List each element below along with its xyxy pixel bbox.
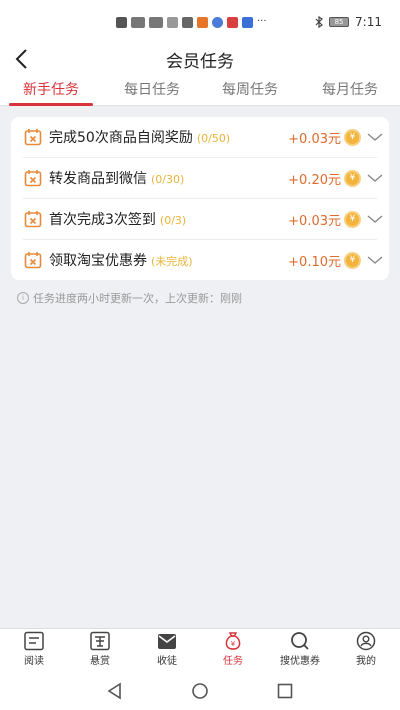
task-calendar-icon <box>24 170 42 187</box>
nav-label: 收徒 <box>157 656 177 667</box>
status-icons: ··· <box>116 16 267 28</box>
hd-icon <box>116 16 127 28</box>
app-notification-icon-3 <box>227 16 238 28</box>
home-circle-icon[interactable] <box>191 682 209 700</box>
task-calendar-icon <box>24 252 42 269</box>
nav-label: 我的 <box>356 656 376 667</box>
coin-icon: ¥ <box>344 211 361 228</box>
task-progress: (0/30) <box>151 173 185 186</box>
task-name: 首次完成3次签到 <box>49 212 156 228</box>
svg-text:¥: ¥ <box>231 640 236 648</box>
info-icon: i <box>17 292 29 304</box>
nav-label: 任务 <box>223 656 243 667</box>
update-note-text: 任务进度两小时更新一次，上次更新：刚刚 <box>33 292 242 305</box>
active-tab-indicator <box>9 103 93 106</box>
nav-bounty[interactable]: 悬赏 <box>75 631 125 667</box>
tab-monthly[interactable]: 每月任务 <box>308 79 392 99</box>
coin-icon: ¥ <box>344 170 361 187</box>
nav-apprentice[interactable]: 收徒 <box>142 631 192 667</box>
update-note: i 任务进度两小时更新一次，上次更新：刚刚 <box>17 290 242 306</box>
back-triangle-icon[interactable] <box>106 682 124 700</box>
task-progress: (0/50) <box>196 132 231 145</box>
task-progress: (0/3) <box>159 214 187 227</box>
nav-search-coupons[interactable]: 搜优惠券 <box>275 631 325 667</box>
nav-tasks[interactable]: ¥ 任务 <box>208 631 258 667</box>
coin-icon: ¥ <box>344 129 361 146</box>
task-row[interactable]: 领取淘宝优惠券 (未完成) +0.10元 ¥ <box>11 240 389 280</box>
signal-icon <box>131 16 145 28</box>
task-name: 领取淘宝优惠券 <box>49 253 147 269</box>
task-reward: +0.03元 <box>288 132 341 147</box>
task-reward: +0.20元 <box>288 173 341 188</box>
app-notification-icon-2 <box>212 16 223 28</box>
read-icon <box>24 631 44 651</box>
task-reward: +0.10元 <box>288 255 341 270</box>
battery-icon: 85 <box>329 17 350 27</box>
nav-profile[interactable]: 我的 <box>341 631 391 667</box>
task-tabs: 新手任务 每日任务 每周任务 每月任务 <box>0 74 400 106</box>
task-list: 完成50次商品自阅奖励 (0/50) +0.03元 ¥ 转发商品到微信 (0/30)… <box>11 117 389 280</box>
nav-label: 阅读 <box>24 656 44 667</box>
bluetooth-icon <box>315 16 323 28</box>
task-reward: +0.03元 <box>288 214 341 229</box>
search-icon <box>291 632 309 650</box>
header: 会员任务 <box>0 44 400 74</box>
status-bar: ··· 85 7:11 <box>0 0 400 44</box>
app-notification-icon-4 <box>242 16 253 28</box>
task-calendar-icon <box>24 129 42 146</box>
tab-weekly[interactable]: 每周任务 <box>208 79 292 99</box>
task-progress: (未完成) <box>151 255 193 268</box>
task-row[interactable]: 转发商品到微信 (0/30) +0.20元 ¥ <box>11 158 389 198</box>
chevron-down-icon[interactable] <box>366 170 384 186</box>
task-calendar-icon <box>24 211 42 228</box>
coin-icon: ¥ <box>344 252 361 269</box>
nav-label: 搜优惠券 <box>280 656 320 667</box>
chevron-down-icon[interactable] <box>366 252 384 268</box>
task-row[interactable]: 首次完成3次签到 (0/3) +0.03元 ¥ <box>11 199 389 239</box>
system-nav-bar <box>0 670 400 710</box>
more-notifications-icon: ··· <box>257 16 267 27</box>
envelope-icon <box>158 634 176 649</box>
task-row[interactable]: 完成50次商品自阅奖励 (0/50) +0.03元 ¥ <box>11 117 389 157</box>
recent-apps-square-icon[interactable] <box>276 682 294 700</box>
task-name: 完成50次商品自阅奖励 <box>49 130 193 146</box>
bottom-nav: 阅读 悬赏 收徒 ¥ 任务 搜优惠券 我的 <box>0 628 400 670</box>
nav-label: 悬赏 <box>90 656 110 667</box>
tab-daily[interactable]: 每日任务 <box>110 79 194 99</box>
tab-newbie[interactable]: 新手任务 <box>9 79 93 99</box>
app-notification-icon <box>197 16 208 28</box>
wechat-icon <box>182 16 193 28</box>
wifi-icon <box>167 16 178 28</box>
user-icon <box>356 631 376 651</box>
signal-icon-2 <box>149 16 163 28</box>
money-bag-icon: ¥ <box>225 632 241 650</box>
task-name: 转发商品到微信 <box>49 171 147 187</box>
chevron-down-icon[interactable] <box>366 211 384 227</box>
clock: 7:11 <box>355 15 382 29</box>
bounty-icon <box>90 631 110 651</box>
nav-read[interactable]: 阅读 <box>9 631 59 667</box>
chevron-down-icon[interactable] <box>366 129 384 145</box>
page-title: 会员任务 <box>166 52 234 72</box>
